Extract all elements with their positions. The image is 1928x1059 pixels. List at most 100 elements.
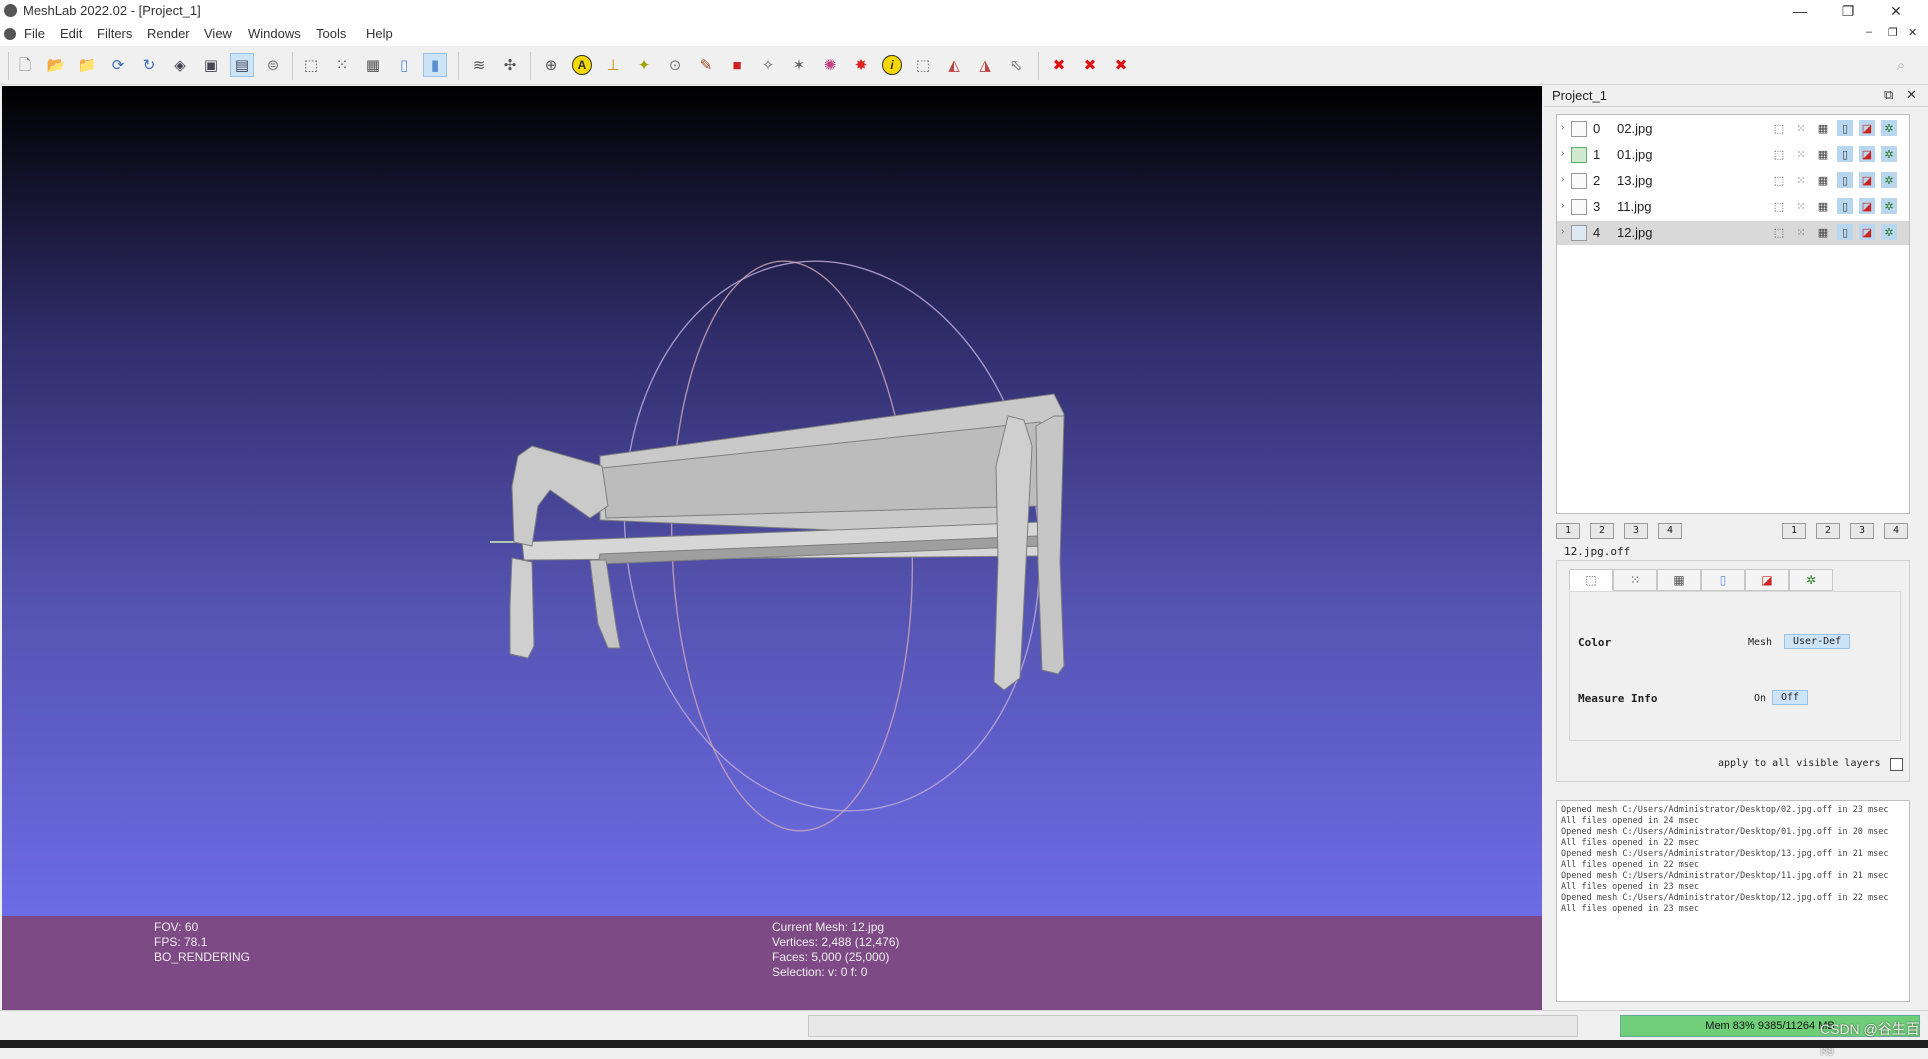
menu-windows[interactable]: Windows xyxy=(248,26,301,41)
delete-faces-icon[interactable]: ✖ xyxy=(1048,54,1070,76)
visibility-toggle[interactable] xyxy=(1571,225,1587,241)
expand-arrow-icon[interactable]: › xyxy=(1561,148,1564,159)
points-icon[interactable]: ⁙ xyxy=(331,54,353,76)
tab-wire[interactable]: ▦ xyxy=(1657,569,1701,591)
view-button-right-3[interactable]: 3 xyxy=(1850,523,1874,539)
search-icon[interactable]: ⌕ xyxy=(1890,54,1912,76)
texture-toggle-icon[interactable]: ◪ xyxy=(1859,120,1875,136)
bbox-toggle-icon[interactable]: ⬚ xyxy=(1771,146,1787,162)
texture-toggle-icon[interactable]: ◪ xyxy=(1859,146,1875,162)
layer-row[interactable]: › 2 13.jpg ⬚ ⁙ ▦ ▯ ◪ ✲ xyxy=(1557,169,1909,193)
wire-toggle-icon[interactable]: ▦ xyxy=(1815,146,1831,162)
wire-toggle-icon[interactable]: ▦ xyxy=(1815,198,1831,214)
star-icon[interactable]: ✸ xyxy=(850,54,872,76)
layer-row[interactable]: › 1 01.jpg ⬚ ⁙ ▦ ▯ ◪ ✲ xyxy=(1557,143,1909,167)
extra-toggle-icon[interactable]: ✲ xyxy=(1881,224,1897,240)
trackball-icon[interactable]: ⊕ xyxy=(540,54,562,76)
paint-icon[interactable]: ✎ xyxy=(695,54,717,76)
close-button[interactable]: ✕ xyxy=(1874,0,1918,22)
new-project-icon[interactable]: 🗋 xyxy=(14,54,36,76)
select-connected-icon[interactable]: ◮ xyxy=(974,54,996,76)
wire-toggle-icon[interactable]: ▦ xyxy=(1815,172,1831,188)
extra-toggle-icon[interactable]: ✲ xyxy=(1881,198,1897,214)
log-panel[interactable]: Opened mesh C:/Users/Administrator/Deskt… xyxy=(1556,800,1910,1002)
bbox-toggle-icon[interactable]: ⬚ xyxy=(1771,224,1787,240)
view-button-3[interactable]: 3 xyxy=(1624,523,1648,539)
fill-toggle-icon[interactable]: ▯ xyxy=(1837,198,1853,214)
view-button-right-2[interactable]: 2 xyxy=(1816,523,1840,539)
menu-filters[interactable]: Filters xyxy=(97,26,132,41)
wireframe-icon[interactable]: ▦ xyxy=(362,54,384,76)
delete-vertices-icon[interactable]: ✖ xyxy=(1079,54,1101,76)
open-project-icon[interactable]: 📂 xyxy=(45,54,67,76)
reload-all-icon[interactable]: ↻ xyxy=(138,54,160,76)
points-toggle-icon[interactable]: ⁙ xyxy=(1793,120,1809,136)
expand-arrow-icon[interactable]: › xyxy=(1561,226,1564,237)
layer-row[interactable]: › 3 11.jpg ⬚ ⁙ ▦ ▯ ◪ ✲ xyxy=(1557,195,1909,219)
float-panel-icon[interactable]: ⧉ xyxy=(1884,87,1893,103)
bbox-toggle-icon[interactable]: ⬚ xyxy=(1771,120,1787,136)
menu-tools[interactable]: Tools xyxy=(316,26,346,41)
measure-on-option[interactable]: On xyxy=(1754,693,1766,704)
menu-view[interactable]: View xyxy=(204,26,232,41)
fill-toggle-icon[interactable]: ▯ xyxy=(1837,146,1853,162)
axes-icon[interactable]: ✣ xyxy=(499,54,521,76)
annotation-icon[interactable]: A xyxy=(571,54,593,76)
extra-toggle-icon[interactable]: ✲ xyxy=(1881,172,1897,188)
menu-file[interactable]: File xyxy=(24,26,45,41)
info-icon[interactable]: i xyxy=(881,54,903,76)
layers-icon[interactable]: ▤ xyxy=(230,53,254,77)
flat-icon[interactable]: ▯ xyxy=(393,54,415,76)
select-region-icon[interactable]: ⬁ xyxy=(1005,54,1027,76)
extra-toggle-icon[interactable]: ✲ xyxy=(1881,120,1897,136)
mdi-close-button[interactable]: ✕ xyxy=(1908,26,1917,39)
points-toggle-icon[interactable]: ⁙ xyxy=(1793,224,1809,240)
snapshot-icon[interactable]: ▣ xyxy=(200,54,222,76)
select-vertices-icon[interactable]: ◭ xyxy=(943,54,965,76)
view-button-2[interactable]: 2 xyxy=(1590,523,1614,539)
texture-toggle-icon[interactable]: ◪ xyxy=(1859,198,1875,214)
copy-layer-icon[interactable]: ≋ xyxy=(468,54,490,76)
save-icon[interactable]: ◈ xyxy=(169,54,191,76)
tab-fill[interactable]: ▯ xyxy=(1701,569,1745,591)
visibility-toggle[interactable] xyxy=(1571,121,1587,137)
bbox-toggle-icon[interactable]: ⬚ xyxy=(1771,172,1787,188)
raster-icon[interactable]: ⊜ xyxy=(262,54,284,76)
georef-icon[interactable]: ✺ xyxy=(819,54,841,76)
view-button-right-1[interactable]: 1 xyxy=(1782,523,1806,539)
fill-toggle-icon[interactable]: ▯ xyxy=(1837,172,1853,188)
mdi-restore-button[interactable]: ❐ xyxy=(1888,26,1898,39)
bounding-box-icon[interactable]: ⬚ xyxy=(300,54,322,76)
view-button-4[interactable]: 4 xyxy=(1658,523,1682,539)
menu-help[interactable]: Help xyxy=(366,26,393,41)
select-faces-icon[interactable]: ⬚ xyxy=(912,54,934,76)
color-user-def-button[interactable]: User-Def xyxy=(1784,634,1851,649)
bbox-toggle-icon[interactable]: ⬚ xyxy=(1771,198,1787,214)
restore-button[interactable]: ❐ xyxy=(1826,0,1870,22)
minimize-button[interactable]: — xyxy=(1778,0,1822,22)
tab-bbox[interactable]: ⬚ xyxy=(1569,569,1613,591)
menu-render[interactable]: Render xyxy=(147,26,190,41)
wire-toggle-icon[interactable]: ▦ xyxy=(1815,224,1831,240)
tab-extra[interactable]: ✲ xyxy=(1789,569,1833,591)
fill-toggle-icon[interactable]: ▯ xyxy=(1837,224,1853,240)
mdi-minimize-button[interactable]: – xyxy=(1866,26,1872,38)
vertex-select-icon[interactable]: ✶ xyxy=(788,54,810,76)
tab-texture[interactable]: ◪ xyxy=(1745,569,1789,591)
points-toggle-icon[interactable]: ⁙ xyxy=(1793,172,1809,188)
measure-off-button[interactable]: Off xyxy=(1772,690,1809,705)
color-paint-icon[interactable]: ⊙ xyxy=(664,54,686,76)
reload-icon[interactable]: ⟳ xyxy=(107,54,129,76)
layer-row[interactable]: › 0 02.jpg ⬚ ⁙ ▦ ▯ ◪ ✲ xyxy=(1557,117,1909,141)
manipulator-icon[interactable]: ✦ xyxy=(633,54,655,76)
smooth-icon[interactable]: ▮ xyxy=(423,53,447,77)
points-toggle-icon[interactable]: ⁙ xyxy=(1793,146,1809,162)
align-icon[interactable]: ⊥ xyxy=(602,54,624,76)
tab-points[interactable]: ⁙ xyxy=(1613,569,1657,591)
expand-arrow-icon[interactable]: › xyxy=(1561,174,1564,185)
layer-row-selected[interactable]: › 4 12.jpg ⬚ ⁙ ▦ ▯ ◪ ✲ xyxy=(1557,221,1909,245)
expand-arrow-icon[interactable]: › xyxy=(1561,200,1564,211)
mesh-select-icon[interactable]: ✧ xyxy=(757,54,779,76)
close-panel-icon[interactable]: ✕ xyxy=(1906,87,1917,103)
texture-toggle-icon[interactable]: ◪ xyxy=(1859,172,1875,188)
